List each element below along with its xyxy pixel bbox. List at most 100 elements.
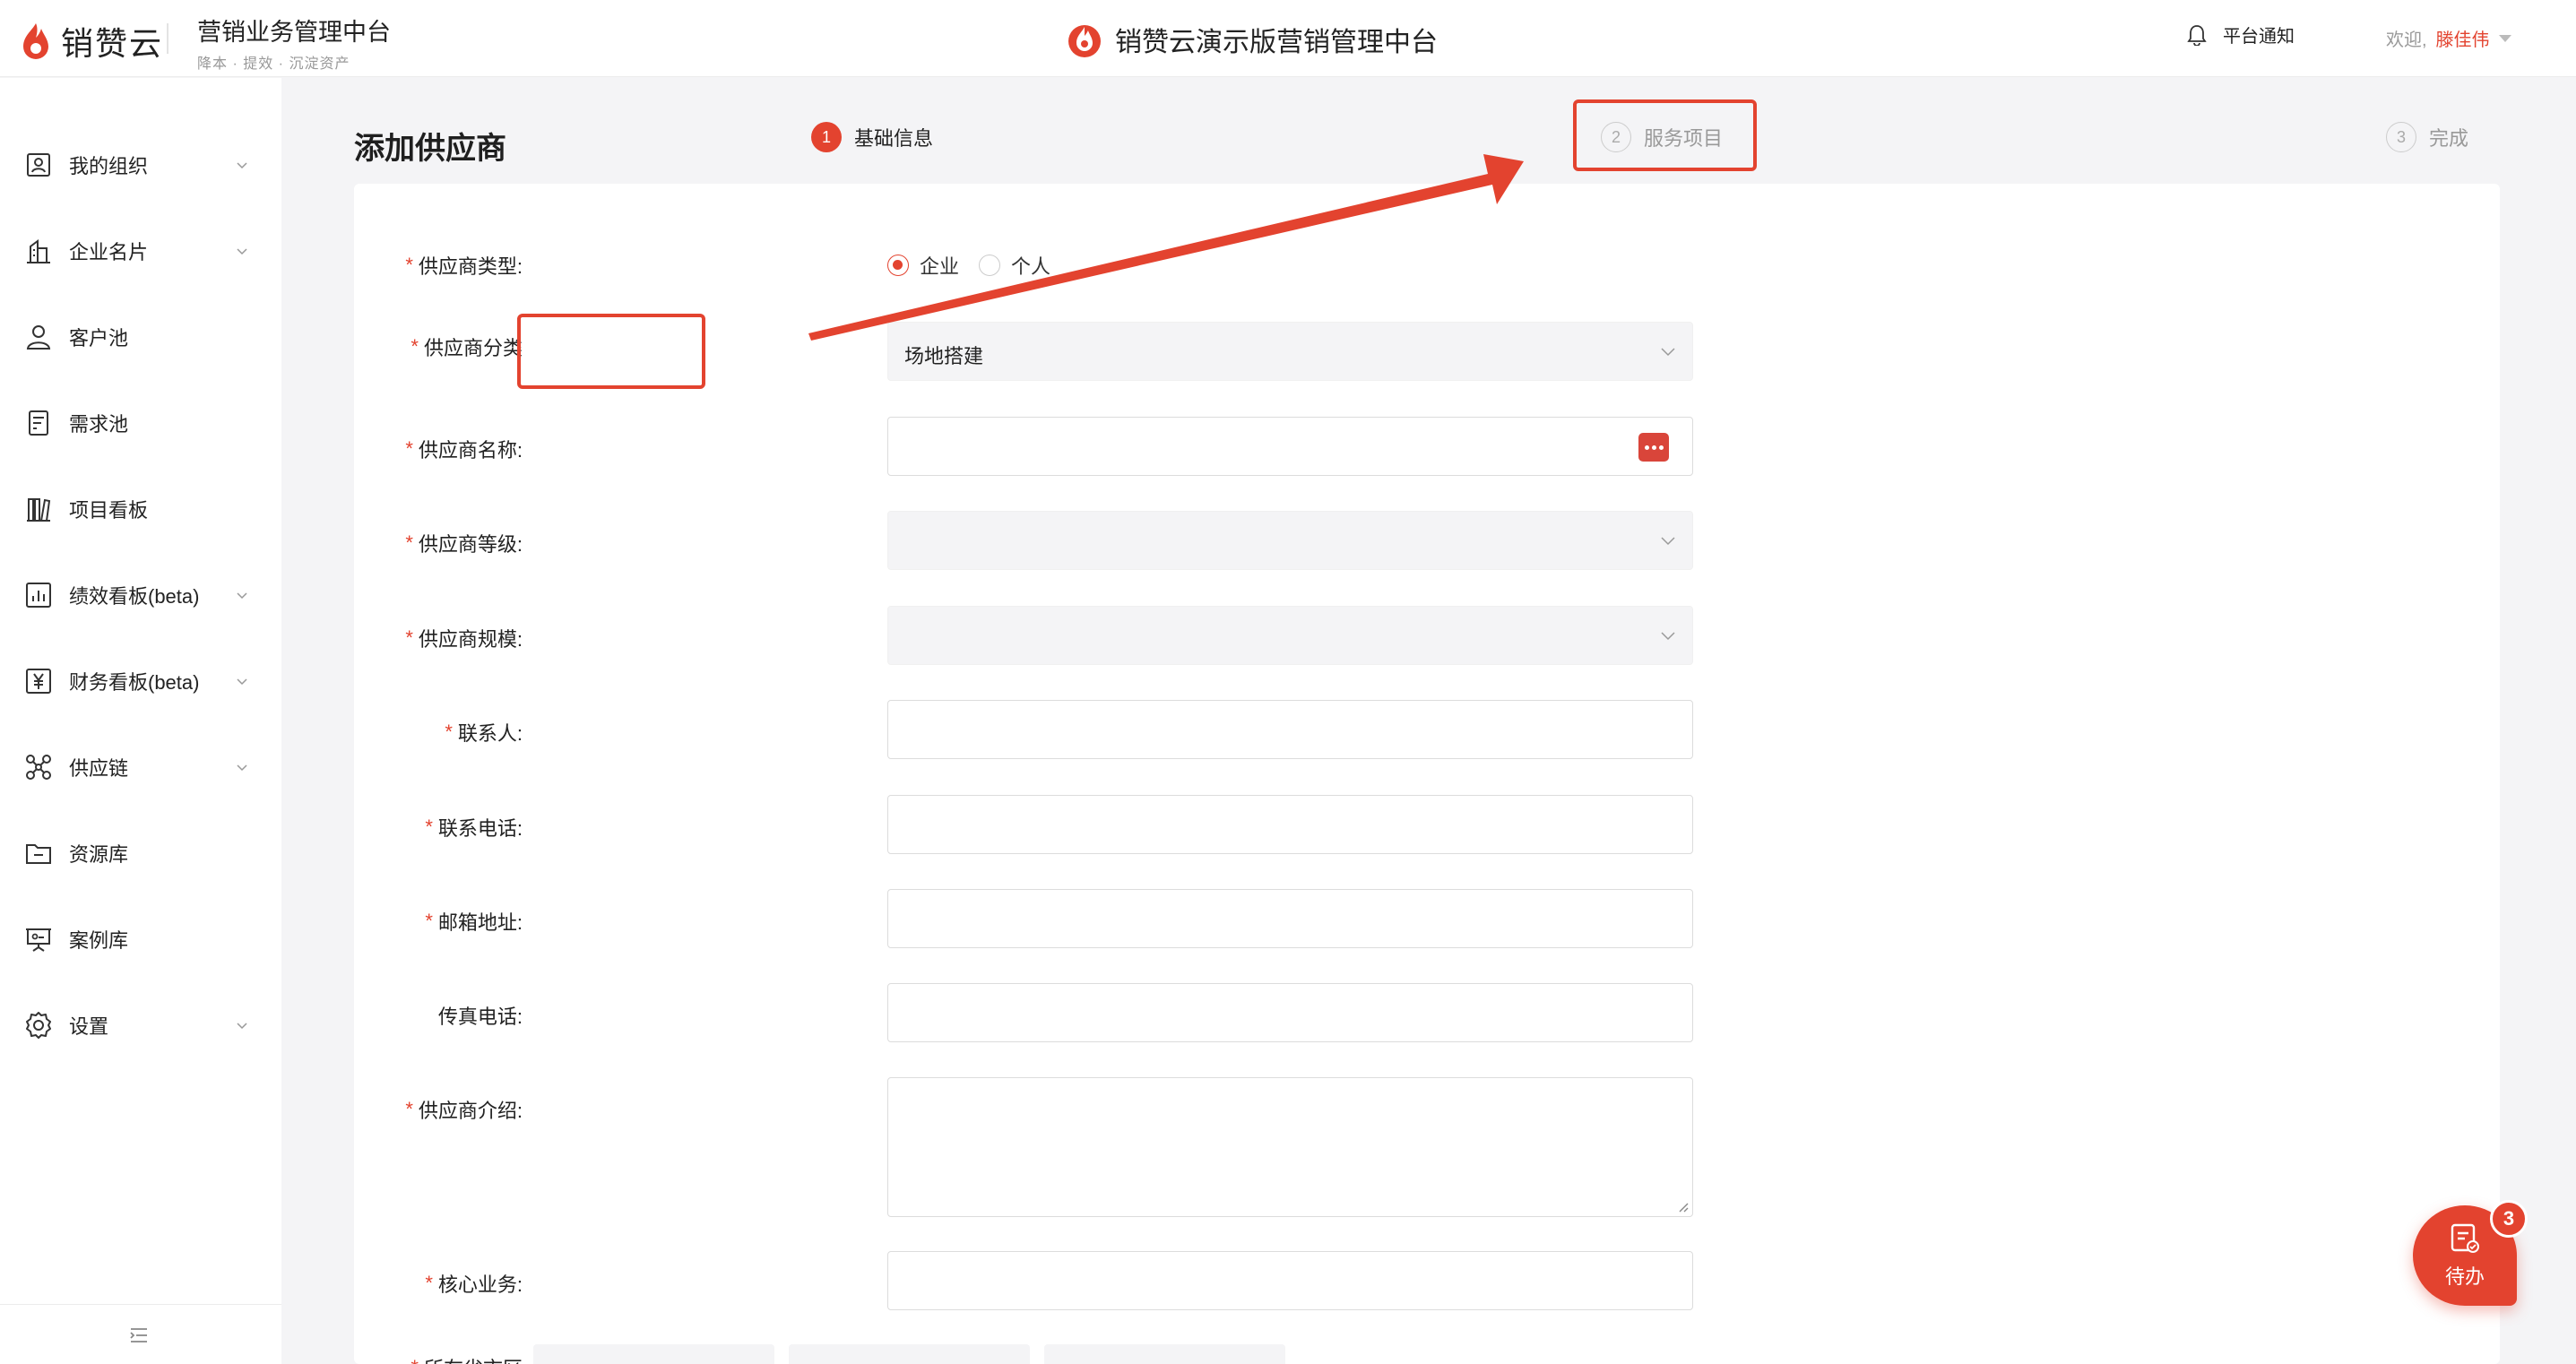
- sidebar-item-performance[interactable]: 绩效看板(beta): [0, 566, 281, 624]
- sidebar-item-label: 设置: [69, 1015, 109, 1038]
- chevron-down-icon: [237, 678, 247, 686]
- category-value: 场地搭建: [904, 345, 984, 367]
- sidebar-item-business-card[interactable]: 企业名片: [0, 222, 281, 280]
- fax-input[interactable]: [887, 983, 1693, 1042]
- form-row-scale: * 供应商规模:: [354, 606, 1693, 665]
- intro-textarea[interactable]: [887, 1077, 1693, 1217]
- notification-button[interactable]: 平台通知: [2187, 22, 2295, 47]
- todo-count-badge: 3: [2490, 1200, 2528, 1238]
- province-select[interactable]: [533, 1344, 774, 1364]
- yen-icon: [26, 669, 51, 694]
- document-icon: [29, 410, 48, 436]
- books-icon: [27, 498, 51, 522]
- form-row-type: * 供应商类型: 企业 个人: [354, 251, 1340, 278]
- contact-input[interactable]: [887, 700, 1693, 759]
- sidebar-item-label: 项目看板: [69, 499, 149, 522]
- center-title: 销赞云演示版营销管理中台: [1067, 20, 1438, 59]
- form-row-name: * 供应商名称:: [354, 417, 1693, 476]
- form-label: *所在省市区: [411, 1353, 523, 1364]
- header-divider: [167, 23, 169, 54]
- sidebar-divider: [0, 1304, 281, 1305]
- step-basic-info: 1 基础信息: [811, 122, 933, 152]
- form-label: * 供应商介绍:: [405, 1098, 523, 1122]
- form-row-category: * 供应商分类 场地搭建: [354, 322, 1693, 381]
- sidebar-item-supply-chain[interactable]: 供应链: [0, 738, 281, 796]
- form-label: * 联系电话:: [425, 816, 523, 840]
- sidebar-item-resources[interactable]: 资源库: [0, 824, 281, 882]
- sidebar-item-org[interactable]: 我的组织: [0, 136, 281, 194]
- step-label: 完成: [2429, 127, 2469, 150]
- flame-logo-icon: [1068, 25, 1101, 57]
- radio-unchecked-icon: [979, 255, 1001, 276]
- todo-label: 待办: [2444, 1265, 2485, 1288]
- chevron-down-icon: [1661, 537, 1675, 546]
- district-select[interactable]: [1044, 1344, 1285, 1364]
- chevron-down-icon: [1661, 632, 1675, 641]
- todo-button[interactable]: 待办 3: [2413, 1200, 2528, 1306]
- form-label: * 供应商名称:: [405, 437, 523, 462]
- form-row-fax: 传真电话:: [354, 983, 1693, 1042]
- presentation-icon: [26, 928, 51, 952]
- flame-logo-icon: [23, 23, 48, 59]
- category-select[interactable]: 场地搭建: [887, 322, 1693, 381]
- org-icon: [27, 153, 50, 177]
- form-row-core: * 核心业务:: [354, 1251, 1693, 1310]
- form-label: * 供应商分类: [411, 335, 523, 359]
- user-icon: [26, 325, 51, 350]
- phone-input[interactable]: [887, 795, 1693, 854]
- form-row-phone: * 联系电话:: [354, 795, 1693, 854]
- sidebar-item-label: 财务看板(beta): [69, 671, 200, 694]
- type-radio-group: 企业 个人: [887, 251, 1050, 280]
- form-label: * 联系人:: [445, 721, 523, 745]
- level-select[interactable]: [887, 511, 1693, 570]
- caret-down-icon: [2498, 34, 2511, 42]
- annotation-highlight-box: [517, 314, 705, 389]
- sidebar-item-finance[interactable]: 财务看板(beta): [0, 652, 281, 710]
- network-icon: [26, 755, 51, 780]
- form-row-intro: * 供应商介绍:: [354, 1077, 1693, 1217]
- sidebar-item-label: 案例库: [69, 929, 129, 952]
- sidebar-item-demand-pool[interactable]: 需求池: [0, 394, 281, 452]
- welcome-label: 欢迎,: [2386, 30, 2427, 50]
- logo-text: 销赞云: [61, 25, 164, 62]
- scale-select[interactable]: [887, 606, 1693, 665]
- bar-chart-icon: [26, 583, 51, 608]
- sidebar-item-label: 我的组织: [69, 155, 149, 177]
- form-row-level: * 供应商等级:: [354, 511, 1693, 570]
- radio-checked-icon: [887, 255, 909, 276]
- supplier-name-input[interactable]: [887, 417, 1693, 476]
- email-input[interactable]: [887, 889, 1693, 948]
- more-options-icon[interactable]: [1638, 433, 1669, 462]
- brand-logo[interactable]: 销赞云: [20, 18, 163, 65]
- form-row-contact: * 联系人:: [354, 700, 1693, 759]
- subbrand-tags: 降本 · 提效 · 沉淀资产: [197, 56, 350, 72]
- sidebar-item-label: 需求池: [69, 413, 129, 436]
- collapse-menu-icon[interactable]: [127, 1324, 151, 1347]
- sidebar-item-label: 企业名片: [69, 241, 149, 263]
- form-label: * 核心业务:: [425, 1272, 523, 1296]
- notify-label: 平台通知: [2223, 27, 2295, 47]
- chevron-down-icon: [237, 162, 247, 169]
- radio-enterprise[interactable]: 企业: [887, 251, 959, 280]
- form-label: * 邮箱地址:: [425, 910, 523, 934]
- region-selects: [533, 1344, 1285, 1364]
- sidebar-item-label: 供应链: [69, 757, 129, 780]
- annotation-highlight-box: [1573, 99, 1757, 171]
- radio-individual[interactable]: 个人: [979, 251, 1050, 280]
- sidebar-item-settings[interactable]: 设置: [0, 997, 281, 1054]
- gear-icon: [26, 1012, 51, 1039]
- city-select[interactable]: [789, 1344, 1030, 1364]
- username: 滕佳伟: [2435, 30, 2490, 50]
- sidebar-item-project-board[interactable]: 项目看板: [0, 480, 281, 538]
- resize-handle-icon[interactable]: [1677, 1201, 1690, 1213]
- user-menu[interactable]: 欢迎, 滕佳伟: [2386, 25, 2511, 51]
- sidebar-item-cases[interactable]: 案例库: [0, 911, 281, 968]
- form-row-email: * 邮箱地址:: [354, 889, 1693, 948]
- clipboard-check-icon: [2451, 1223, 2479, 1253]
- chevron-down-icon: [237, 1023, 247, 1030]
- chevron-down-icon: [237, 764, 247, 772]
- sidebar-item-customer-pool[interactable]: 客户池: [0, 308, 281, 366]
- form-label: * 供应商类型:: [405, 254, 523, 278]
- core-business-input[interactable]: [887, 1251, 1693, 1310]
- top-header: 销赞云 营销业务管理中台 降本 · 提效 · 沉淀资产 销赞云演示版营销管理中台…: [0, 0, 2576, 77]
